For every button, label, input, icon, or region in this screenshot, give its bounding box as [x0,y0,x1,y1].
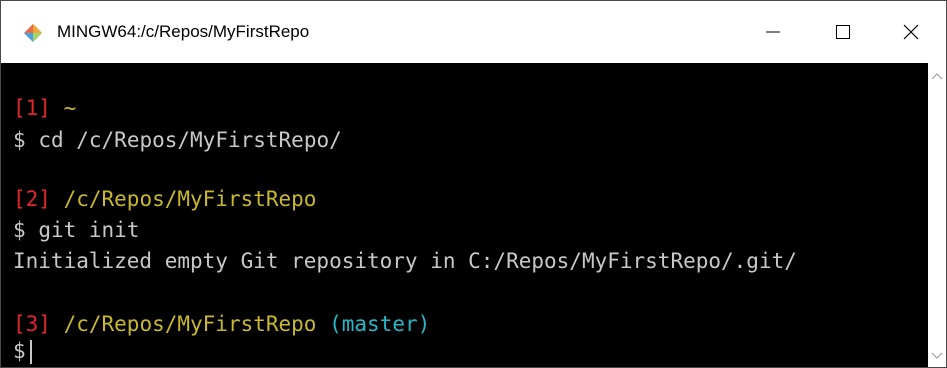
terminal-window: MINGW64:/c/Repos/MyFirstRepo [1] ~ $ cd … [0,0,947,368]
text-cursor [29,340,32,364]
prompt-line-3: [3] /c/Repos/MyFirstRepo (master) [13,311,430,337]
scroll-up-icon[interactable] [931,71,943,81]
prompt-symbol: $ [13,218,26,242]
command-output: Initialized empty Git repository in C:/R… [13,249,797,273]
window-title: MINGW64:/c/Repos/MyFirstRepo [57,22,310,41]
prompt-path: /c/Repos/MyFirstRepo [63,312,317,336]
maximize-icon [836,25,850,39]
maximize-button[interactable] [808,1,878,63]
vertical-scrollbar[interactable] [928,63,946,367]
output-line: Initialized empty Git repository in C:/R… [13,248,797,274]
command-line-3: $ [13,338,32,364]
close-icon [903,24,919,40]
minimize-button[interactable] [738,1,808,63]
command-line-2: $ git init [13,217,139,243]
minimize-icon [766,31,780,33]
command-text: cd /c/Repos/MyFirstRepo/ [38,128,342,152]
title-bar[interactable]: MINGW64:/c/Repos/MyFirstRepo [1,1,946,63]
prompt-line-1: [1] ~ [13,95,76,121]
terminal-output[interactable]: [1] ~ $ cd /c/Repos/MyFirstRepo/ [2] /c/… [1,63,928,367]
prompt-path: ~ [63,96,77,120]
prompt-number: [2] [13,187,51,211]
command-text: git init [38,218,140,242]
prompt-line-2: [2] /c/Repos/MyFirstRepo [13,186,316,212]
prompt-path: /c/Repos/MyFirstRepo [63,187,317,211]
prompt-symbol: $ [13,128,26,152]
prompt-number: [3] [13,312,51,336]
prompt-number: [1] [13,96,51,120]
git-bash-icon [24,24,42,42]
close-button[interactable] [876,1,946,63]
command-line-1: $ cd /c/Repos/MyFirstRepo/ [13,127,342,153]
git-branch: (master) [329,312,431,336]
scroll-down-icon[interactable] [931,351,943,361]
prompt-symbol: $ [13,339,26,363]
